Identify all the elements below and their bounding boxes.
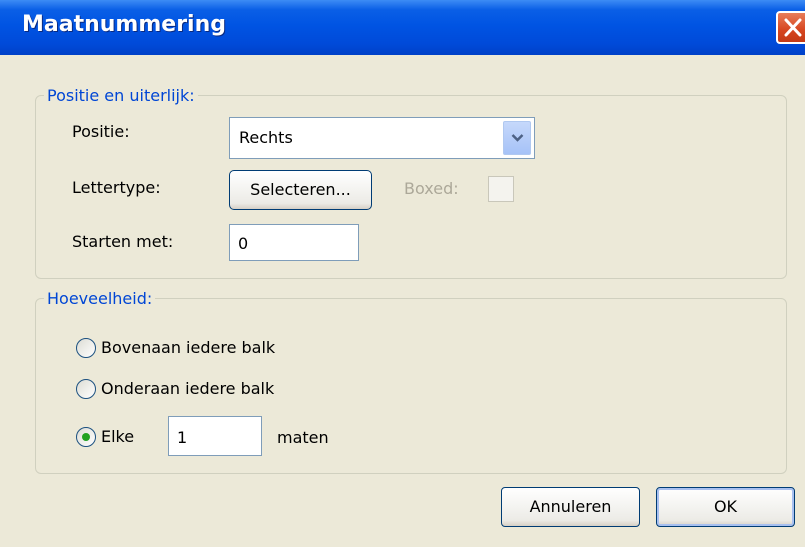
start-label: Starten met: bbox=[72, 232, 174, 251]
close-button[interactable] bbox=[776, 11, 805, 44]
cancel-button[interactable]: Annuleren bbox=[501, 487, 640, 527]
chevron-down-icon bbox=[511, 134, 524, 142]
window-title: Maatnummering bbox=[22, 12, 226, 37]
radio-bottom-each-bar-label[interactable]: Onderaan iedere balk bbox=[101, 379, 274, 398]
select-font-button-label: Selecteren... bbox=[250, 180, 351, 199]
radio-top-each-bar[interactable] bbox=[76, 338, 96, 358]
position-dropdown-button[interactable] bbox=[503, 121, 531, 155]
position-select-value: Rechts bbox=[239, 128, 293, 147]
radio-selected-dot bbox=[82, 433, 90, 441]
boxed-label: Boxed: bbox=[404, 179, 459, 198]
title-bar: Maatnummering bbox=[0, 0, 805, 55]
position-group-legend: Positie en uiterlijk: bbox=[44, 86, 198, 105]
every-count-value: 1 bbox=[177, 428, 188, 447]
select-font-button[interactable]: Selecteren... bbox=[229, 170, 372, 210]
ok-button[interactable]: OK bbox=[656, 487, 795, 527]
close-icon bbox=[784, 18, 802, 37]
position-select[interactable]: Rechts bbox=[229, 117, 535, 159]
amount-group-legend: Hoeveelheid: bbox=[44, 289, 156, 308]
measures-unit-label: maten bbox=[277, 428, 329, 447]
font-label: Lettertype: bbox=[72, 178, 161, 197]
start-input-value: 0 bbox=[238, 234, 249, 253]
every-count-input[interactable]: 1 bbox=[168, 416, 262, 456]
radio-every[interactable] bbox=[76, 427, 96, 447]
boxed-checkbox[interactable] bbox=[488, 176, 514, 202]
radio-top-each-bar-label[interactable]: Bovenaan iedere balk bbox=[101, 338, 275, 357]
radio-every-label[interactable]: Elke bbox=[101, 427, 134, 446]
start-input[interactable]: 0 bbox=[229, 224, 359, 261]
ok-button-label: OK bbox=[713, 497, 738, 516]
cancel-button-label: Annuleren bbox=[529, 497, 612, 516]
radio-bottom-each-bar[interactable] bbox=[76, 379, 96, 399]
position-label: Positie: bbox=[72, 122, 130, 141]
